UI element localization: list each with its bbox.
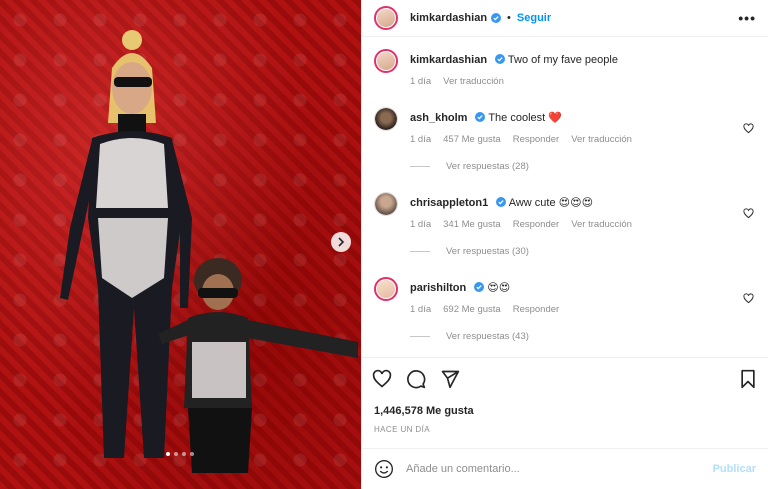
next-slide-button[interactable]	[331, 232, 351, 252]
reply-button[interactable]: Responder	[513, 304, 559, 315]
verified-badge-icon	[496, 197, 507, 207]
commenter-avatar[interactable]	[374, 192, 398, 216]
header-separator: •	[507, 12, 511, 24]
bookmark-icon[interactable]	[738, 369, 758, 389]
carousel-dot	[166, 452, 170, 456]
verified-badge-icon	[475, 112, 486, 122]
carousel-dot	[182, 452, 186, 456]
comment-username[interactable]: ash_kholm	[410, 112, 467, 124]
commenter-avatar[interactable]	[374, 277, 398, 301]
comment-item: parishilton 😍😍 1 día 692 Me gusta Respon…	[374, 277, 754, 342]
comment-likes[interactable]: 692 Me gusta	[443, 304, 501, 315]
verified-badge-icon	[474, 282, 485, 292]
view-replies-label: Ver respuestas (28)	[446, 161, 529, 172]
comment-likes[interactable]: 341 Me gusta	[443, 219, 501, 230]
caption-text: Two of my fave people	[507, 54, 618, 66]
next-arrow-icon	[338, 237, 345, 247]
comments-list[interactable]: kimkardashian Two of my fave people 1 dí…	[362, 37, 768, 357]
more-options-button[interactable]: •••	[738, 10, 756, 26]
comment-time[interactable]: 1 día	[410, 219, 431, 230]
post-photo[interactable]	[0, 0, 361, 489]
translate-button[interactable]: Ver traducción	[443, 76, 504, 87]
view-replies-label: Ver respuestas (43)	[446, 331, 529, 342]
likes-count[interactable]: 1,446,578 Me gusta	[362, 405, 768, 417]
comment-likes[interactable]: 457 Me gusta	[443, 134, 501, 145]
reply-button[interactable]: Responder	[513, 134, 559, 145]
caption-username[interactable]: kimkardashian	[410, 54, 487, 66]
heart-icon[interactable]	[743, 293, 754, 304]
view-replies-label: Ver respuestas (30)	[446, 246, 529, 257]
share-icon[interactable]	[440, 369, 460, 389]
comment-text: The coolest ❤️	[488, 112, 562, 124]
author-username[interactable]: kimkardashian	[410, 12, 487, 24]
comment-item: chrisappleton1 Aww cute 😍😍😍 1 día 341 Me…	[374, 192, 754, 257]
post-header: kimkardashian • Seguir •••	[362, 0, 768, 37]
carousel-dot	[174, 452, 178, 456]
carousel-indicator	[166, 452, 194, 456]
author-avatar[interactable]	[374, 49, 398, 73]
heart-icon[interactable]	[743, 123, 754, 134]
comment-text: 😍😍	[487, 282, 511, 294]
view-replies-button[interactable]: Ver respuestas (30)	[410, 246, 754, 257]
child-figure	[158, 258, 358, 473]
commenter-avatar[interactable]	[374, 107, 398, 131]
post-side-panel: kimkardashian • Seguir ••• kimkardashian…	[361, 0, 768, 489]
carousel-dot	[190, 452, 194, 456]
translate-button[interactable]: Ver traducción	[571, 134, 632, 145]
verified-badge-icon	[495, 54, 506, 64]
add-comment-bar: Publicar	[362, 448, 768, 489]
instagram-post-modal: kimkardashian • Seguir ••• kimkardashian…	[0, 0, 768, 489]
translate-button[interactable]: Ver traducción	[571, 219, 632, 230]
view-replies-button[interactable]: Ver respuestas (43)	[410, 331, 754, 342]
comment-text: Aww cute 😍😍😍	[508, 197, 594, 209]
comment-input[interactable]	[406, 463, 713, 475]
caption-time[interactable]: 1 día	[410, 76, 431, 87]
comment-username[interactable]: parishilton	[410, 282, 466, 294]
post-date: HACE UN DÍA	[374, 425, 430, 434]
verified-badge-icon	[491, 13, 502, 23]
caption: kimkardashian Two of my fave people 1 dí…	[374, 49, 754, 87]
comment-time[interactable]: 1 día	[410, 304, 431, 315]
comment-time[interactable]: 1 día	[410, 134, 431, 145]
heart-icon[interactable]	[743, 208, 754, 219]
emoji-icon[interactable]	[374, 459, 394, 479]
author-avatar[interactable]	[374, 6, 398, 30]
reply-button[interactable]: Responder	[513, 219, 559, 230]
comment-username[interactable]: chrisappleton1	[410, 197, 488, 209]
comment-item: ash_kholm The coolest ❤️ 1 día 457 Me gu…	[374, 107, 754, 172]
publish-button[interactable]: Publicar	[713, 463, 756, 475]
post-actions-bar	[362, 357, 768, 399]
view-replies-button[interactable]: Ver respuestas (28)	[410, 161, 754, 172]
heart-icon[interactable]	[372, 369, 392, 389]
follow-button[interactable]: Seguir	[517, 12, 551, 24]
comment-icon[interactable]	[406, 369, 426, 389]
